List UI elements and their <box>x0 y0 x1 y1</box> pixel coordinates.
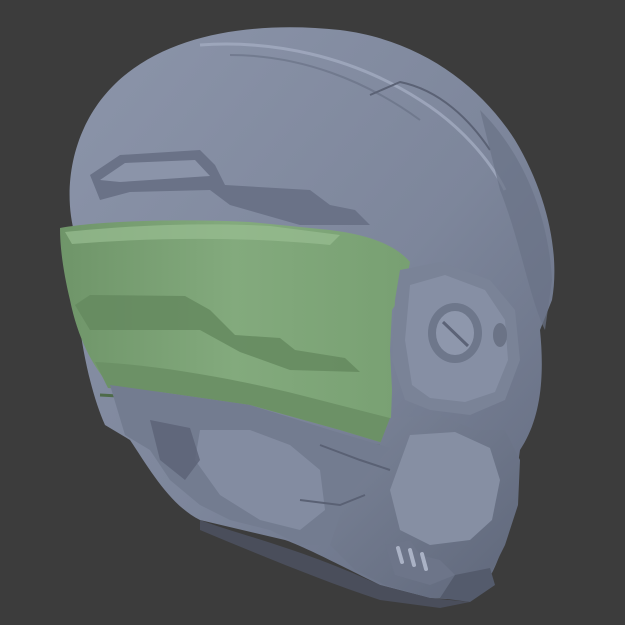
render-viewport <box>0 0 625 625</box>
helmet-render <box>60 27 555 608</box>
ear-rivet <box>493 323 507 347</box>
